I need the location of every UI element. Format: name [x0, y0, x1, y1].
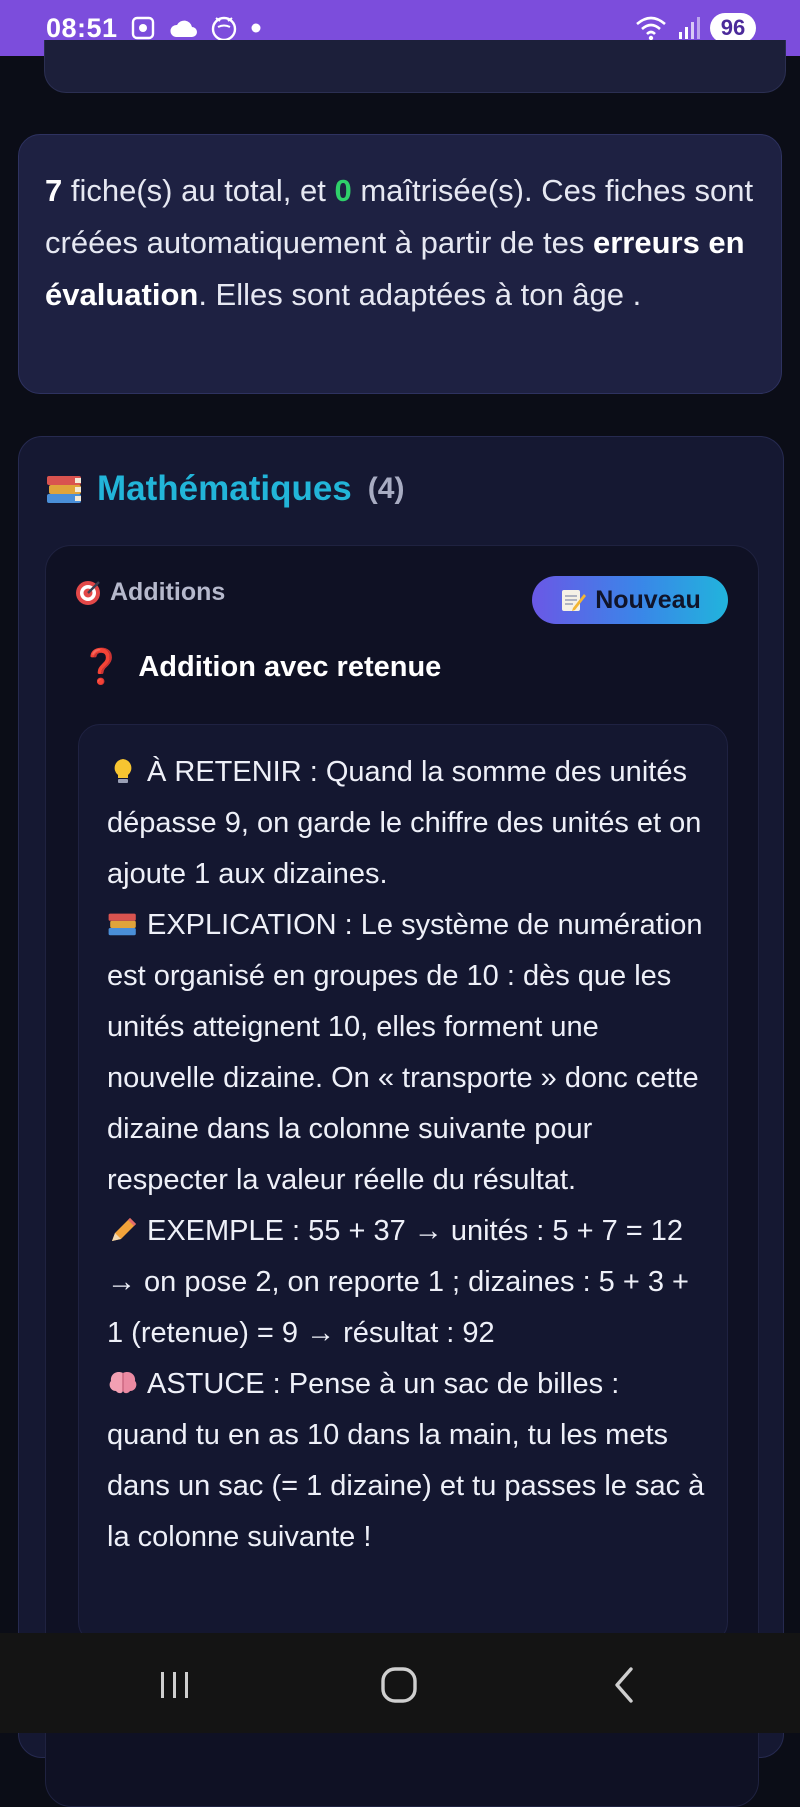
lightbulb-icon: [114, 759, 132, 783]
brain-icon: [109, 1371, 137, 1394]
explanation-box: À RETENIR : Quand la somme des unités dé…: [78, 724, 728, 1644]
section-text: ASTUCE : Pense à un sac de billes : quan…: [107, 1368, 705, 1553]
status-badge: Nouveau: [532, 576, 728, 624]
books-icon: [47, 476, 81, 503]
info-text-3: . Elles sont adaptées à ton âge .: [198, 277, 642, 312]
fiche-card[interactable]: Additions Nouveau ❓ Addition avec retenu…: [45, 545, 759, 1807]
section-text: À RETENIR : Quand la somme des unités dé…: [107, 756, 702, 890]
section-exemple: EXEMPLE : 55 + 37 → unités : 5 + 7 = 12 …: [107, 1206, 705, 1359]
question-title: Addition avec retenue: [138, 650, 442, 683]
recent-apps-icon: [161, 1672, 188, 1698]
subject-count: (4): [367, 472, 405, 505]
section-astuce: ASTUCE : Pense à un sac de billes : quan…: [107, 1359, 705, 1563]
topic-label: Additions: [110, 578, 226, 606]
books-icon: [108, 913, 136, 936]
section-explication: EXPLICATION : Le système de numération e…: [107, 900, 705, 1206]
screenshot-icon: [130, 15, 156, 41]
subject-section: Mathématiques (4) Additions Nouveau ❓ Ad…: [18, 436, 784, 1807]
signal-icon: [678, 16, 700, 40]
back-button[interactable]: [594, 1663, 654, 1707]
memo-icon: [562, 590, 587, 611]
dot-icon: [250, 22, 262, 34]
target-icon: [76, 580, 100, 605]
badge-label: Nouveau: [595, 585, 701, 614]
subject-title: Mathématiques: [97, 469, 352, 508]
battery-indicator: 96: [710, 13, 756, 43]
home-button[interactable]: [369, 1663, 429, 1707]
status-time: 08:51: [46, 12, 118, 43]
previous-card: [44, 40, 786, 93]
subject-header[interactable]: Mathématiques (4): [45, 469, 404, 509]
pencil-icon: [112, 1218, 136, 1241]
wifi-icon: [634, 15, 668, 41]
topic-row: Additions: [74, 578, 225, 607]
info-text-1: fiche(s) au total, et: [62, 173, 335, 208]
cloud-icon: [168, 17, 198, 39]
home-icon: [381, 1667, 417, 1703]
question-row: ❓ Addition avec retenue: [80, 650, 441, 684]
mastered-count: 0: [334, 173, 352, 208]
info-summary-card: 7 fiche(s) au total, et 0 maîtrisée(s). …: [18, 134, 782, 394]
recent-apps-button[interactable]: [145, 1663, 205, 1707]
section-text: EXEMPLE : 55 + 37 → unités : 5 + 7 = 12 …: [107, 1215, 689, 1349]
question-mark-icon: ❓: [80, 648, 123, 686]
section-retenir: À RETENIR : Quand la somme des unités dé…: [107, 747, 705, 900]
back-icon: [615, 1667, 633, 1703]
total-count: 7: [45, 173, 63, 208]
navigation-bar: [0, 1633, 800, 1733]
section-text: EXPLICATION : Le système de numération e…: [107, 909, 703, 1196]
app-icon: [210, 14, 238, 42]
